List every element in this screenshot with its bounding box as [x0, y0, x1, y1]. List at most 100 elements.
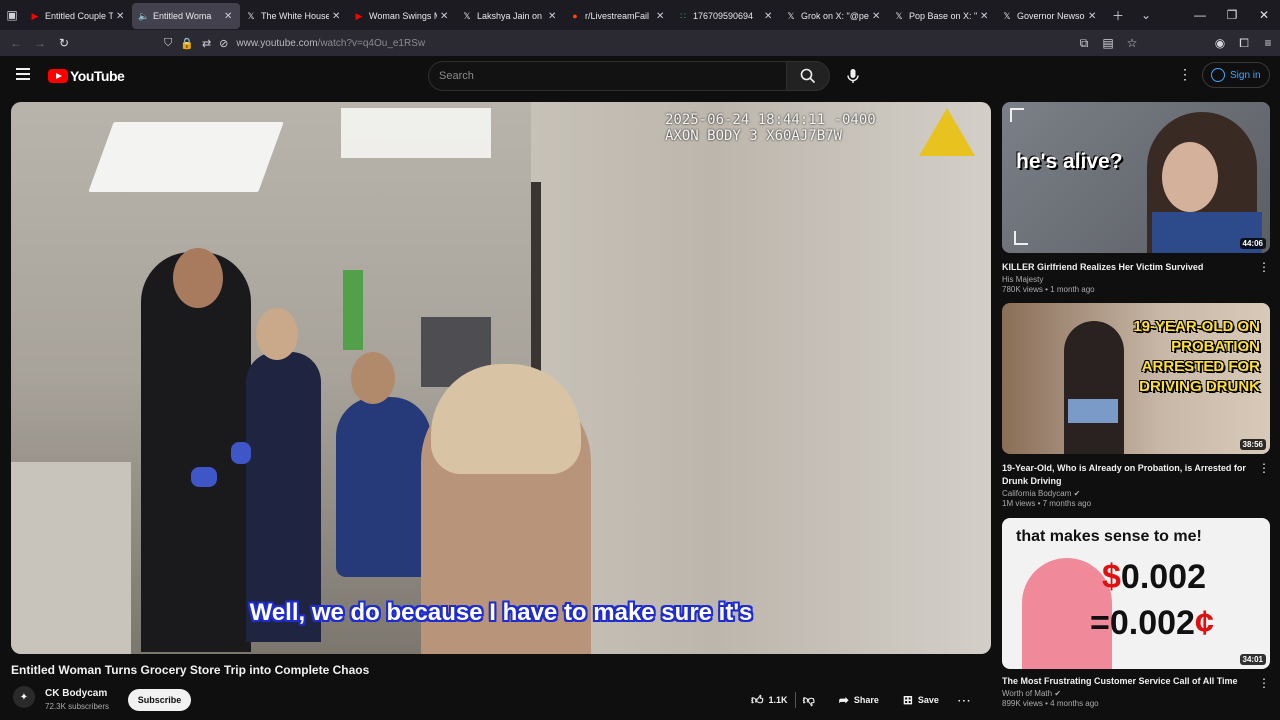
kebab-menu-icon[interactable]: ⋮ — [1258, 461, 1270, 475]
browser-tab[interactable]: ∷ 176709590694 ✕ — [672, 3, 780, 29]
back-icon[interactable]: ← — [4, 36, 28, 50]
tab-title: Pop Base on X: "20 — [909, 11, 977, 21]
video-thumbnail[interactable]: 19-YEAR-OLD ON PROBATION ARRESTED FOR DR… — [1002, 303, 1270, 454]
like-count: 1.1K — [768, 695, 788, 705]
microphone-icon — [847, 69, 859, 83]
tab-overflow-chevron-icon[interactable]: ⌄ — [1132, 8, 1160, 22]
browser-tab[interactable]: 𝕏 Pop Base on X: "20✕ — [888, 3, 996, 29]
share-label: Share — [853, 695, 879, 705]
permissions-icon[interactable]: ⇄ — [202, 37, 211, 50]
settings-kebab-icon[interactable]: ⋮ — [1178, 66, 1192, 83]
reload-icon[interactable]: ↻ — [52, 36, 76, 50]
address-bar[interactable]: ⛉ 🔒 ⇄ ⊘ www.youtube.com/watch?v=q4Ou_e1R… — [164, 32, 1024, 54]
close-tab-icon[interactable]: ✕ — [224, 11, 234, 22]
tab-title: The White House o — [261, 11, 329, 21]
channel-name[interactable]: CK Bodycam — [45, 688, 107, 699]
reader-view-icon[interactable]: ▤ — [1096, 36, 1120, 50]
close-window-icon[interactable]: ✕ — [1248, 8, 1280, 22]
browser-tab[interactable]: ● r/LivestreamFail ✕ — [564, 3, 672, 29]
video-player[interactable]: 2025-06-24 18:44:11 -0400 AXON BODY 3 X6… — [11, 102, 991, 654]
browser-tab-active[interactable]: 🔈 Entitled Woma ✕ — [132, 3, 240, 29]
close-tab-icon[interactable]: ✕ — [116, 11, 126, 22]
video-thumbnail[interactable]: he's alive? 44:06 — [1002, 102, 1270, 253]
like-button[interactable]: 👍︎ 1.1K — [744, 688, 795, 712]
thumbnail-text: $0.002 — [1102, 558, 1207, 596]
hamburger-menu-icon[interactable] — [16, 68, 30, 80]
video-thumbnail[interactable]: that makes sense to me! $0.002 =0.002¢ 3… — [1002, 518, 1270, 669]
recommendation-channel[interactable]: California Bodycam ✔ — [1002, 489, 1270, 498]
restore-icon[interactable]: ❐ — [1216, 8, 1248, 22]
bodycam-overlay: 2025-06-24 18:44:11 -0400 AXON BODY 3 X6… — [665, 112, 876, 144]
share-button[interactable]: ➦ Share — [832, 688, 886, 712]
autoplay-blocked-icon[interactable]: ⊘ — [219, 37, 228, 50]
video-actions: 👍︎ 1.1K 👎︎ ➦ Share ⊞ Save ⋯ — [744, 688, 976, 712]
search-input[interactable] — [439, 70, 786, 82]
close-tab-icon[interactable]: ✕ — [872, 11, 882, 22]
voice-search-button[interactable] — [838, 61, 868, 91]
tab-title: Entitled Couple Tur — [45, 11, 113, 21]
close-tab-icon[interactable]: ✕ — [764, 11, 774, 22]
video-frame — [11, 102, 991, 654]
dislike-button[interactable]: 👎︎ — [796, 688, 822, 712]
bookmark-star-icon[interactable]: ☆ — [1120, 36, 1144, 50]
sign-in-label: Sign in — [1230, 69, 1261, 81]
recommendation-title[interactable]: KILLER Girlfriend Realizes Her Victim Su… — [1002, 261, 1252, 274]
kebab-menu-icon[interactable]: ⋮ — [1258, 676, 1270, 690]
youtube-logo[interactable]: YouTube — [48, 68, 125, 84]
browser-tab[interactable]: ▶ Entitled Couple Tur✕ — [24, 3, 132, 29]
browser-tab[interactable]: 𝕏 Lakshya Jain on X ✕ — [456, 3, 564, 29]
recommendation-channel[interactable]: Worth of Math ✔ — [1002, 689, 1270, 698]
forward-icon[interactable]: → — [28, 36, 52, 50]
sign-in-button[interactable]: Sign in — [1202, 62, 1270, 88]
close-tab-icon[interactable]: ✕ — [440, 11, 450, 22]
thumbnail-text: 19-YEAR-OLD ON PROBATION ARRESTED FOR DR… — [1133, 318, 1260, 395]
recommendation-item[interactable]: he's alive? 44:06 ⋮ KILLER Girlfriend Re… — [1002, 102, 1270, 294]
account-icon[interactable]: ◉ — [1208, 36, 1232, 50]
thumbs-down-icon: 👎︎ — [802, 692, 815, 707]
tab-title: Woman Swings Ma — [369, 11, 437, 21]
minimize-icon[interactable]: — — [1184, 8, 1216, 22]
bodycam-timestamp: 2025-06-24 18:44:11 -0400 — [665, 112, 876, 128]
subscribe-button[interactable]: Subscribe — [128, 689, 191, 711]
browser-tab[interactable]: 𝕏 The White House o✕ — [240, 3, 348, 29]
duration-badge: 44:06 — [1239, 238, 1266, 249]
tab-title: r/LivestreamFail — [585, 11, 650, 21]
new-tab-icon[interactable]: ＋ — [1104, 7, 1132, 24]
duration-badge: 34:01 — [1239, 654, 1266, 665]
x-icon: 𝕏 — [895, 11, 903, 21]
lock-icon[interactable]: 🔒 — [180, 37, 194, 50]
tab-list-icon[interactable]: ▣ — [0, 0, 24, 30]
picture-in-picture-icon[interactable]: ⧉ — [1072, 36, 1096, 51]
app-menu-icon[interactable]: ≡ — [1256, 36, 1280, 50]
search-button[interactable] — [786, 61, 830, 91]
close-tab-icon[interactable]: ✕ — [548, 11, 558, 22]
save-label: Save — [917, 695, 939, 705]
recommendation-meta: 780K views • 1 month ago — [1002, 285, 1095, 294]
speaker-icon[interactable]: 🔈 — [138, 11, 149, 21]
extensions-icon[interactable]: ⧠ — [1232, 36, 1256, 51]
close-tab-icon[interactable]: ✕ — [980, 11, 990, 22]
browser-tab[interactable]: 𝕏 Governor Newsom ✕ — [996, 3, 1104, 29]
browser-tab[interactable]: ▶ Woman Swings Ma✕ — [348, 3, 456, 29]
close-tab-icon[interactable]: ✕ — [1088, 11, 1098, 22]
browser-tab[interactable]: 𝕏 Grok on X: "@pera✕ — [780, 3, 888, 29]
recommendation-item[interactable]: 19-YEAR-OLD ON PROBATION ARRESTED FOR DR… — [1002, 303, 1270, 508]
channel-avatar[interactable]: ✦ — [13, 686, 35, 708]
shield-icon[interactable]: ⛉ — [164, 37, 172, 50]
recommendation-title[interactable]: The Most Frustrating Customer Service Ca… — [1002, 675, 1252, 688]
more-actions-icon[interactable]: ⋯ — [952, 688, 976, 712]
url-text[interactable]: www.youtube.com/watch?v=q4Ou_e1RSw — [236, 38, 425, 49]
youtube-icon: ▶ — [31, 11, 39, 21]
verified-icon: ✔ — [1054, 689, 1062, 698]
search-box[interactable] — [428, 61, 787, 91]
youtube-play-icon — [48, 69, 68, 83]
save-button[interactable]: ⊞ Save — [896, 688, 946, 712]
kebab-menu-icon[interactable]: ⋮ — [1258, 260, 1270, 274]
close-tab-icon[interactable]: ✕ — [656, 11, 666, 22]
recommendation-title[interactable]: 19-Year-Old, Who is Already on Probation… — [1002, 462, 1252, 488]
recommendation-meta: 899K views • 4 months ago — [1002, 699, 1099, 708]
recommendation-item[interactable]: that makes sense to me! $0.002 =0.002¢ 3… — [1002, 518, 1270, 708]
recommendation-channel[interactable]: His Majesty — [1002, 275, 1270, 284]
bodycam-device-id: AXON BODY 3 X60AJ7B7W — [665, 128, 843, 144]
close-tab-icon[interactable]: ✕ — [332, 11, 342, 22]
